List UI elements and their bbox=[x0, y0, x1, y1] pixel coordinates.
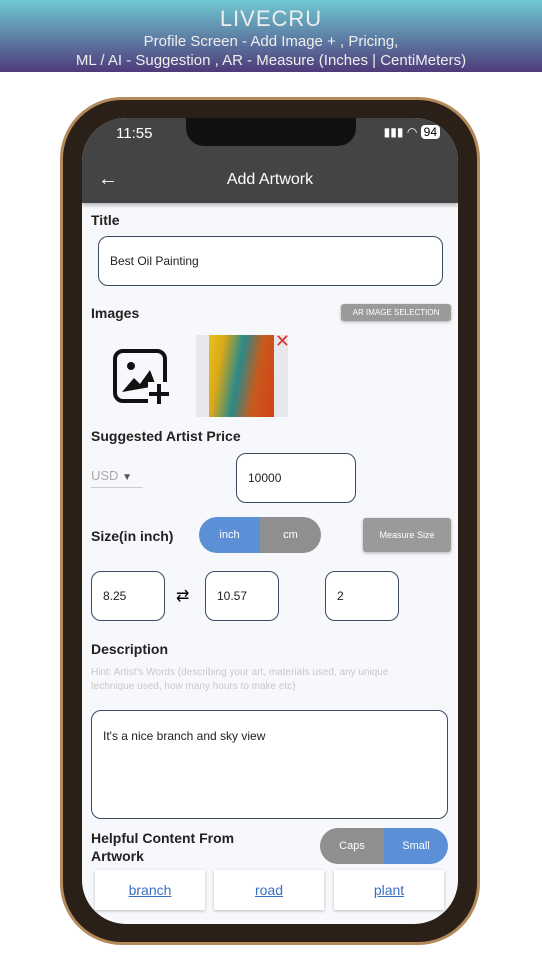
width-value: 8.25 bbox=[103, 589, 127, 603]
description-label: Description bbox=[91, 641, 169, 657]
status-time: 11:55 bbox=[116, 125, 153, 142]
battery-icon: 94 bbox=[420, 125, 440, 139]
description-hint: Hint: Artist's Words (describing your ar… bbox=[91, 667, 389, 692]
images-label: Images bbox=[91, 305, 140, 321]
description-input[interactable]: It's a nice branch and sky view bbox=[91, 710, 448, 819]
banner-title: LIVECRU bbox=[219, 6, 323, 31]
app-screen: 11:55 ▮▮▮ ◠ 94 ← Add Artwork Title Best … bbox=[82, 118, 458, 924]
price-input[interactable]: 10000 bbox=[236, 453, 356, 503]
tag-branch[interactable]: branch bbox=[95, 870, 205, 910]
remove-image-icon[interactable]: ✕ bbox=[275, 331, 290, 352]
app-bar: ← Add Artwork bbox=[82, 160, 458, 203]
page-title: Add Artwork bbox=[226, 171, 314, 188]
height-value: 10.57 bbox=[217, 589, 248, 603]
title-value: Best Oil Painting bbox=[110, 254, 199, 268]
unit-inch-option[interactable]: inch bbox=[199, 517, 260, 553]
add-image-icon[interactable] bbox=[112, 348, 170, 411]
banner-subtitle-1: Profile Screen - Add Image + , Pricing, bbox=[143, 33, 399, 50]
measure-size-button[interactable]: Measure Size bbox=[363, 518, 451, 552]
price-value: 10000 bbox=[248, 471, 282, 485]
title-input[interactable]: Best Oil Painting bbox=[98, 236, 443, 286]
tag-road[interactable]: road bbox=[214, 870, 324, 910]
tag-plant[interactable]: plant bbox=[334, 870, 444, 910]
artwork-thumbnail[interactable]: ✕ bbox=[196, 331, 290, 417]
status-icons: ▮▮▮ ◠ 94 bbox=[384, 125, 440, 139]
size-label: Size(in inch) bbox=[91, 528, 174, 544]
signal-icon: ▮▮▮ bbox=[383, 125, 404, 139]
depth-input[interactable]: 2 bbox=[325, 571, 399, 621]
description-value: It's a nice branch and sky view bbox=[103, 729, 266, 743]
case-caps-option[interactable]: Caps bbox=[320, 828, 384, 864]
ar-image-selection-button[interactable]: AR IMAGE SELECTION bbox=[341, 304, 451, 321]
notch bbox=[186, 118, 356, 146]
width-input[interactable]: 8.25 bbox=[91, 571, 165, 621]
banner-subtitle-2: ML / AI - Suggestion , AR - Measure (Inc… bbox=[75, 52, 467, 69]
currency-value: USD bbox=[91, 468, 119, 483]
case-small-option[interactable]: Small bbox=[384, 828, 448, 864]
helpful-content-label: Helpful Content From Artwork bbox=[91, 830, 235, 864]
unit-cm-option[interactable]: cm bbox=[260, 517, 321, 553]
chevron-down-icon: ▼ bbox=[122, 472, 132, 483]
unit-toggle[interactable]: inch cm bbox=[199, 517, 321, 553]
depth-value: 2 bbox=[337, 589, 344, 603]
title-label: Title bbox=[91, 212, 120, 228]
case-toggle[interactable]: Caps Small bbox=[320, 828, 448, 864]
height-input[interactable]: 10.57 bbox=[205, 571, 279, 621]
banner: LIVECRU Profile Screen - Add Image + , P… bbox=[0, 0, 542, 72]
wifi-icon: ◠ bbox=[406, 125, 418, 139]
artwork-image bbox=[209, 335, 274, 417]
price-label: Suggested Artist Price bbox=[91, 428, 241, 444]
currency-dropdown[interactable]: USD ▼ bbox=[91, 468, 143, 488]
swap-icon[interactable]: ⇄ bbox=[176, 586, 189, 606]
